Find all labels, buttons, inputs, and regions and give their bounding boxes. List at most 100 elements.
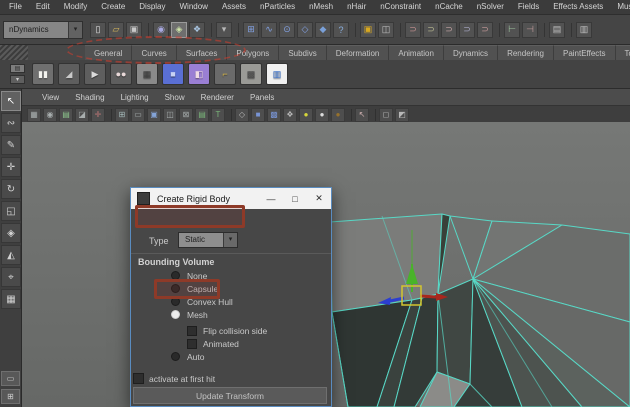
xray-select-icon[interactable]: ↖ [351, 107, 369, 122]
snap-grid-icon[interactable]: ⊞ [238, 21, 259, 38]
snap-curve-icon[interactable]: ∿ [261, 21, 277, 38]
camera-attributes-icon[interactable]: ◉ [43, 107, 57, 122]
shelf-tab[interactable]: Dynamics [443, 45, 499, 60]
type-dropdown[interactable]: Static ▾ [178, 232, 238, 248]
four-pane-layout-button[interactable]: ⊞ [1, 389, 20, 404]
activate-option[interactable]: activate at first hit [131, 372, 215, 385]
shaded-icon[interactable]: ■ [251, 107, 265, 122]
bookmarks-icon[interactable]: ▤ [59, 107, 73, 122]
radio-option[interactable]: Convex Hull [131, 295, 331, 308]
menu-item[interactable]: Create [94, 0, 132, 14]
menu-item[interactable]: nParticles [253, 0, 302, 14]
rotate-tool[interactable]: ↻ [1, 179, 21, 199]
single-pane-layout-button[interactable]: ▭ [1, 371, 20, 386]
panel-menu-item[interactable]: Renderer [193, 93, 242, 102]
lasso-select-tool[interactable]: ∾ [1, 113, 21, 133]
save-scene-icon[interactable]: ▣ [126, 21, 142, 38]
new-scene-icon[interactable]: ▯ [90, 21, 106, 38]
minimize-icon[interactable]: — [259, 188, 283, 209]
show-manipulator-tool[interactable]: ⌖ [1, 267, 21, 287]
select-tool[interactable]: ↖ [1, 91, 21, 111]
checkbox-option[interactable]: Animated [131, 337, 331, 350]
plane-arrow-icon[interactable]: ▶ [84, 63, 106, 85]
default-lighting-icon[interactable]: ● [299, 107, 313, 122]
menu-item[interactable]: Window [173, 0, 215, 14]
wireframe-icon[interactable]: ◇ [231, 107, 249, 122]
grid-icon[interactable]: ⊞ [111, 107, 129, 122]
update-transform-button[interactable]: Update Transform [133, 387, 327, 404]
shelf-tab[interactable]: Surfaces [176, 45, 228, 60]
image-plane-icon[interactable]: ◪ [75, 107, 89, 122]
highlight-selection-icon[interactable]: ◫ [378, 21, 394, 38]
panel-menu-item[interactable]: Shading [67, 93, 112, 102]
menu-item[interactable]: nHair [340, 0, 373, 14]
bowling-pins-icon[interactable]: ▮▮ [32, 63, 54, 85]
menu-item[interactable]: Muscle [610, 0, 630, 14]
gate-mask-icon[interactable]: ◫ [163, 107, 177, 122]
balls-collision-icon[interactable]: ●● [110, 63, 132, 85]
menu-item[interactable]: nSolver [470, 0, 511, 14]
textured-icon[interactable]: ▩ [267, 107, 281, 122]
close-icon[interactable]: ✕ [307, 188, 331, 209]
soft-cube-icon[interactable]: ◧ [188, 63, 210, 85]
select-component-icon[interactable]: ❖ [189, 21, 205, 38]
maximize-icon[interactable]: □ [283, 188, 307, 209]
radio-option[interactable]: None [131, 269, 331, 282]
shelf-tab[interactable]: Subdivs [279, 45, 327, 60]
menu-item[interactable]: Effects Assets [546, 0, 610, 14]
use-all-lights-icon[interactable]: ❖ [283, 107, 297, 122]
last-tool[interactable]: ▦ [1, 289, 21, 309]
menu-item[interactable]: Edit [29, 0, 57, 14]
universal-manipulator-tool[interactable]: ◈ [1, 223, 21, 243]
rigid-cube-icon[interactable]: ■ [162, 63, 184, 85]
crumple-icon[interactable]: ▩ [240, 63, 262, 85]
film-gate-icon[interactable]: ▭ [131, 107, 145, 122]
all-lights-icon[interactable]: ● [315, 107, 329, 122]
scale-tool[interactable]: ◱ [1, 201, 21, 221]
fluid-shelf-icon[interactable]: ▥ [266, 63, 288, 85]
resolution-gate-icon[interactable]: ▣ [147, 107, 161, 122]
select-hierarchy-icon[interactable]: ◉ [148, 21, 169, 38]
checkbox-option[interactable]: Flip collision side [131, 324, 331, 337]
safe-title-icon[interactable]: T [211, 107, 225, 122]
key-icon[interactable]: ⌐ [214, 63, 236, 85]
camera-icon[interactable]: ▦ [27, 107, 41, 122]
paint-select-tool[interactable]: ✎ [1, 135, 21, 155]
select-object-icon[interactable]: ◈ [171, 21, 187, 38]
snap-magnet-2-icon[interactable]: ⊃ [423, 21, 439, 38]
output-connections-icon[interactable]: ⊣ [522, 21, 538, 38]
snap-plane-icon[interactable]: ◇ [297, 21, 313, 38]
wire-on-shaded-icon[interactable]: ◩ [395, 107, 409, 122]
two-d-pan-zoom-icon[interactable]: ✛ [91, 107, 105, 122]
panel-menu-item[interactable]: View [34, 93, 67, 102]
soft-modification-tool[interactable]: ◭ [1, 245, 21, 265]
open-scene-icon[interactable]: ▱ [108, 21, 124, 38]
make-live-icon[interactable]: ◆ [315, 21, 331, 38]
panel-menu-item[interactable]: Panels [242, 93, 282, 102]
input-connections-icon[interactable]: ⊢ [499, 21, 520, 38]
dialog-title-bar[interactable]: Create Rigid Body — □ ✕ [131, 188, 331, 209]
menu-item[interactable]: nMesh [302, 0, 340, 14]
shelf-tab[interactable]: Curves [132, 45, 177, 60]
shelf-tab[interactable]: Deformation [326, 45, 390, 60]
snap-magnet-5-icon[interactable]: ⊃ [477, 21, 493, 38]
shelf-menu-icon[interactable]: ▤ [10, 63, 25, 73]
panel-menu-item[interactable]: Lighting [113, 93, 157, 102]
shelf-tab[interactable]: Rendering [498, 45, 554, 60]
chevron-down-icon[interactable]: ▾ [68, 21, 82, 38]
chevron-down-icon[interactable]: ▾ [223, 233, 237, 247]
panel-menu-item[interactable]: Show [157, 93, 193, 102]
construction-history-icon[interactable]: ▤ [544, 21, 565, 38]
radio-option[interactable]: Capsule [131, 282, 331, 295]
combined-mask-arrow-icon[interactable]: ▾ [211, 21, 232, 38]
lock-icon[interactable]: ▣ [355, 21, 376, 38]
isolate-cube-icon[interactable]: ◻ [375, 107, 393, 122]
help-icon[interactable]: ? [333, 21, 349, 38]
snap-point-icon[interactable]: ⊙ [279, 21, 295, 38]
field-chart-icon[interactable]: ⊠ [179, 107, 193, 122]
render-view-icon[interactable]: ▥ [571, 21, 592, 38]
snap-magnet-4-icon[interactable]: ⊃ [459, 21, 475, 38]
shelf-tab[interactable]: Polygons [227, 45, 280, 60]
menuset-dropdown[interactable]: nDynamics ▾ [3, 20, 83, 39]
shelf-tab[interactable]: Animation [389, 45, 444, 60]
